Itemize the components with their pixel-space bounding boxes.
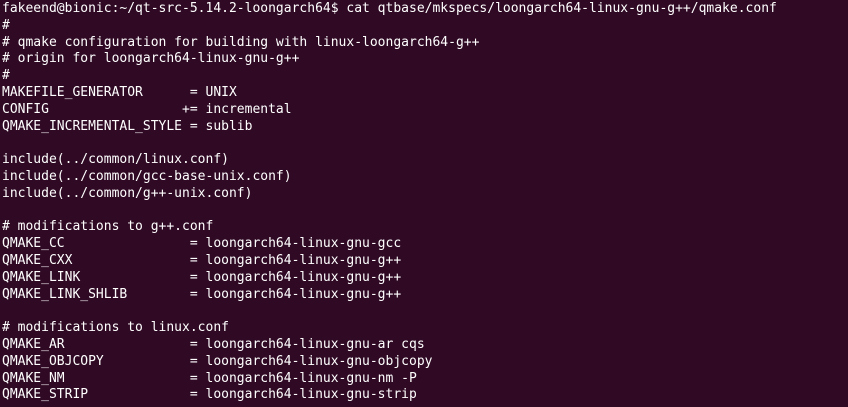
output-line: QMAKE_STRIP = loongarch64-linux-gnu-stri… [2,387,417,403]
output-line: QMAKE_CXX = loongarch64-linux-gnu-g++ [2,252,402,268]
output-line: include(../common/g++-unix.conf) [2,185,253,201]
output-line: QMAKE_NM = loongarch64-linux-gnu-nm -P [2,370,417,386]
output-line: # modifications to g++.conf [2,219,214,235]
output-line: QMAKE_AR = loongarch64-linux-gnu-ar cqs [2,336,425,352]
output-line: # origin for loongarch64-linux-gnu-g++ [2,51,300,67]
output-line: QMAKE_LINK = loongarch64-linux-gnu-g++ [2,269,402,285]
output-line: QMAKE_LINK_SHLIB = loongarch64-linux-gnu… [2,286,402,302]
output-line: CONFIG += incremental [2,101,292,117]
output-line: include(../common/linux.conf) [2,152,229,168]
terminal-window[interactable]: fakeend@bionic:~/qt-src-5.14.2-loongarch… [0,0,848,407]
output-line: QMAKE_INCREMENTAL_STYLE = sublib [2,118,253,134]
output-line: MAKEFILE_GENERATOR = UNIX [2,84,237,100]
terminal-output: fakeend@bionic:~/qt-src-5.14.2-loongarch… [2,1,777,404]
output-line: QMAKE_CC = loongarch64-linux-gnu-gcc [2,236,402,252]
shell-prompt: fakeend@bionic:~/qt-src-5.14.2-loongarch… [2,1,347,16]
output-line: # modifications to linux.conf [2,320,229,336]
output-line: QMAKE_OBJCOPY = loongarch64-linux-gnu-ob… [2,353,433,369]
output-line: include(../common/gcc-base-unix.conf) [2,168,292,184]
output-line: # [2,68,10,84]
shell-command: cat qtbase/mkspecs/loongarch64-linux-gnu… [346,1,777,16]
command-line: fakeend@bionic:~/qt-src-5.14.2-loongarch… [2,1,777,18]
output-line: # qmake configuration for building with … [2,34,480,50]
output-line: # [2,17,10,33]
